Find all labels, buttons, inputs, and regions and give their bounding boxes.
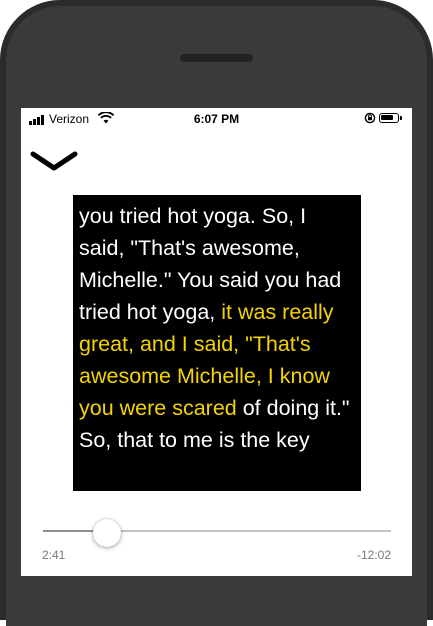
collapse-button[interactable] bbox=[29, 148, 79, 178]
elapsed-time: 2:41 bbox=[42, 548, 66, 562]
clock: 6:07 PM bbox=[193, 112, 240, 126]
screen: Verizon 6:07 PM you tried hot yoga. So, … bbox=[21, 108, 412, 576]
transcript-caption: you tried hot yoga. So, I said, "That's … bbox=[73, 195, 361, 491]
playback-scrubber[interactable] bbox=[43, 519, 391, 553]
earpiece-speaker bbox=[180, 54, 253, 62]
chevron-down-icon bbox=[30, 151, 78, 171]
remaining-time: -12:02 bbox=[356, 548, 391, 562]
battery-icon bbox=[379, 113, 402, 123]
status-bar: Verizon 6:07 PM bbox=[21, 108, 412, 130]
scrubber-thumb[interactable] bbox=[92, 519, 121, 547]
orientation-lock-icon bbox=[364, 112, 376, 127]
